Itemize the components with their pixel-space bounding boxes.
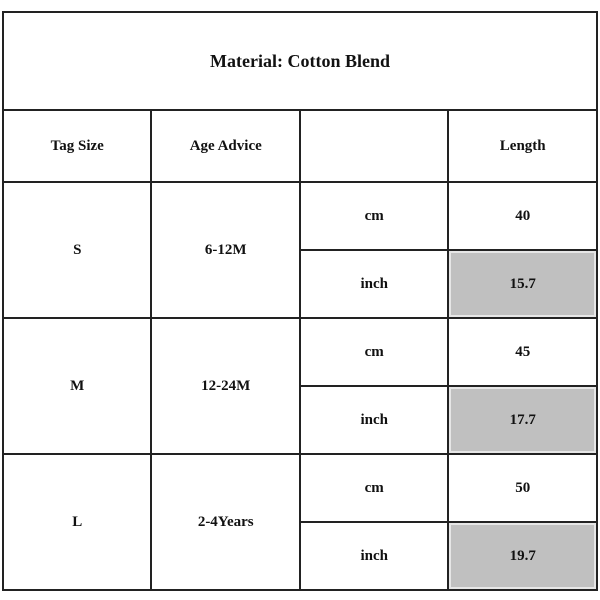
table-row: L 2-4Years cm 50: [1, 453, 598, 591]
unit-cell: cm: [298, 181, 450, 251]
unit-cell: inch: [298, 249, 450, 319]
length-cell-shaded: 17.7: [447, 385, 598, 455]
unit-cell: inch: [298, 521, 450, 591]
tag-size-cell: M: [1, 317, 153, 455]
tag-size-cell: L: [1, 453, 153, 591]
table-row: M 12-24M cm 45: [1, 317, 598, 455]
unit-cell: inch: [298, 385, 450, 455]
age-advice-cell: 12-24M: [150, 317, 301, 455]
length-cell: 45: [447, 317, 598, 387]
age-advice-cell: 6-12M: [150, 181, 301, 319]
header-age-advice: Age Advice: [150, 109, 301, 183]
header-length: Length: [447, 109, 598, 183]
length-cell: 50: [447, 453, 598, 523]
table-row: S 6-12M cm 40: [1, 181, 598, 319]
unit-cell: cm: [298, 453, 450, 523]
header-row: Tag Size Age Advice Length: [1, 109, 598, 183]
length-cell: 40: [447, 181, 598, 251]
length-cell-shaded: 15.7: [447, 249, 598, 319]
header-unit: [298, 109, 450, 183]
length-cell-shaded: 19.7: [447, 521, 598, 591]
unit-cell: cm: [298, 317, 450, 387]
age-advice-cell: 2-4Years: [150, 453, 301, 591]
tag-size-cell: S: [1, 181, 153, 319]
size-chart-table: Material: Cotton Blend Tag Size Age Advi…: [1, 11, 598, 591]
table-title: Material: Cotton Blend: [2, 11, 598, 111]
header-tag-size: Tag Size: [1, 109, 153, 183]
